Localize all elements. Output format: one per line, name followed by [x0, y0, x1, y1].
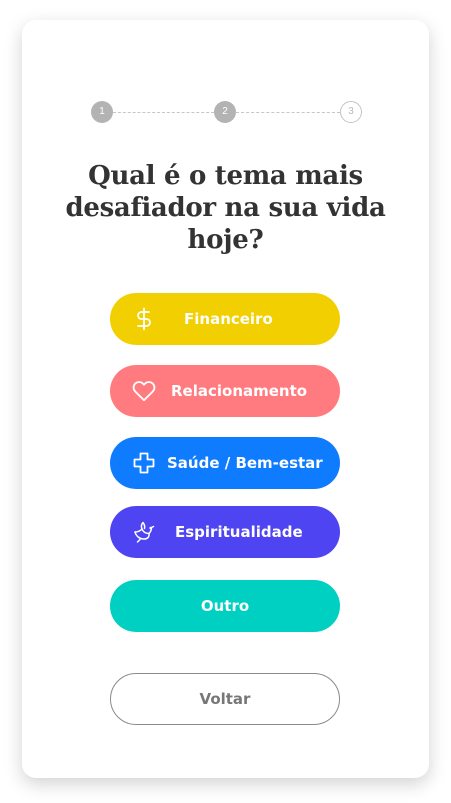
- option-label: Saúde / Bem-estar: [167, 454, 323, 472]
- option-saude-button[interactable]: Saúde / Bem-estar: [110, 437, 340, 489]
- dollar-sign-icon: [132, 307, 156, 331]
- option-label: Relacionamento: [171, 382, 308, 400]
- option-label: Outro: [200, 597, 250, 615]
- step-2-indicator: 2: [214, 101, 236, 123]
- option-espiritualidade-button[interactable]: Espiritualidade: [110, 506, 340, 558]
- option-label: Espiritualidade: [175, 523, 303, 541]
- dove-icon: [132, 520, 156, 544]
- back-button[interactable]: Voltar: [110, 673, 340, 725]
- heart-icon: [132, 379, 156, 403]
- option-relacionamento-button[interactable]: Relacionamento: [110, 365, 340, 417]
- stepper-connector: [113, 112, 214, 113]
- health-cross-icon: [132, 451, 156, 475]
- question-title: Qual é o tema mais desafiador na sua vid…: [65, 161, 386, 255]
- quiz-card: 1 2 3 Qual é o tema mais desafiador na s…: [22, 20, 429, 778]
- option-label: Financeiro: [184, 310, 273, 328]
- progress-stepper: 1 2 3: [91, 101, 362, 123]
- stepper-connector: [236, 112, 340, 113]
- step-1-indicator: 1: [91, 101, 113, 123]
- option-financeiro-button[interactable]: Financeiro: [110, 293, 340, 345]
- option-outro-button[interactable]: Outro: [110, 580, 340, 632]
- step-3-indicator: 3: [340, 101, 362, 123]
